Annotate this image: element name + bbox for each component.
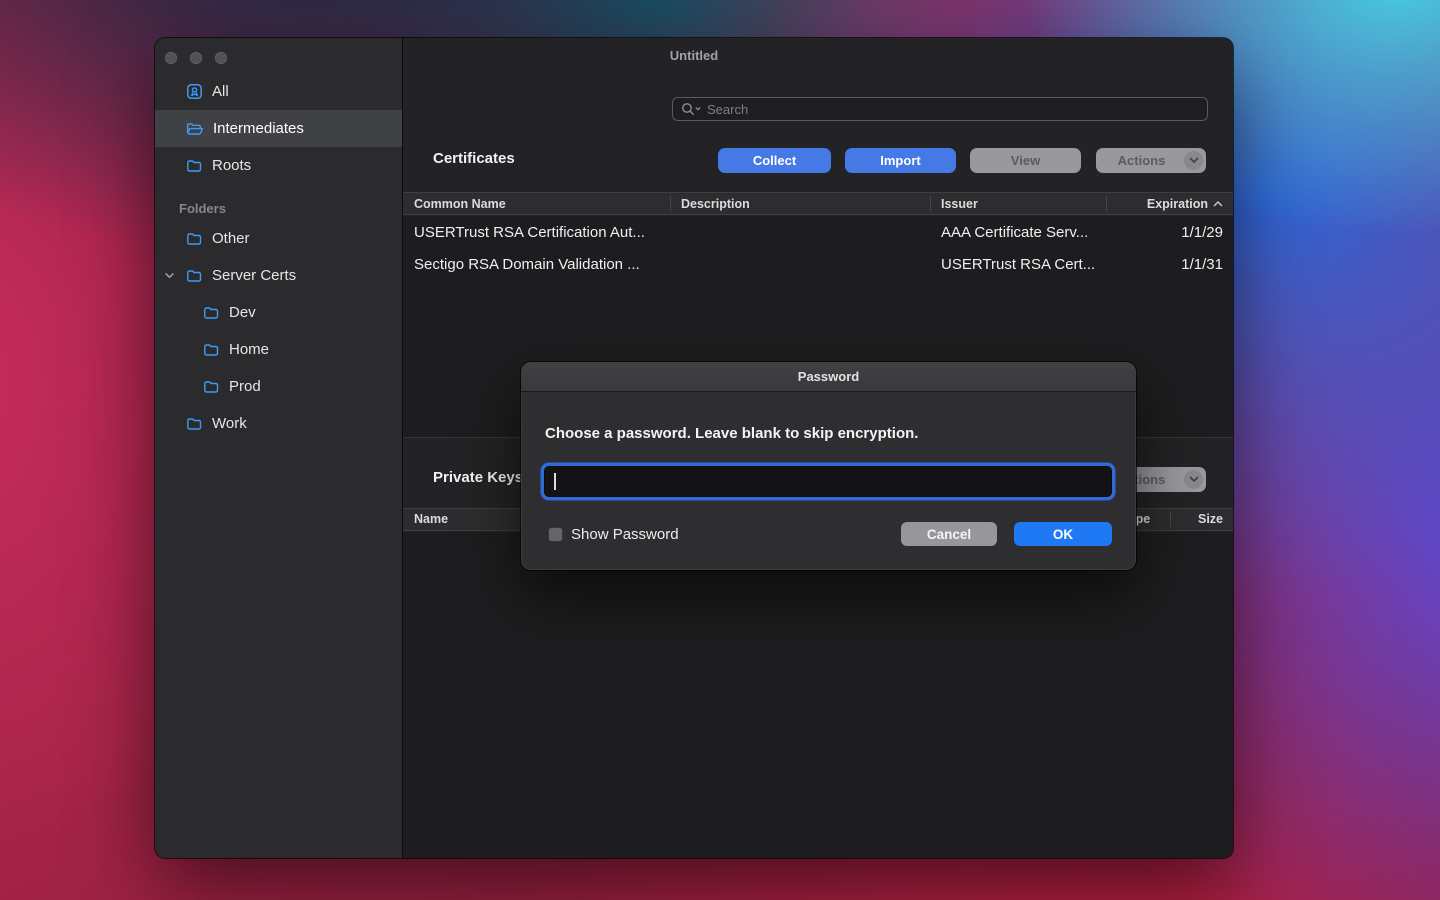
sidebar-item-dev[interactable]: Dev (155, 294, 402, 331)
column-header-size[interactable]: Size (1198, 512, 1223, 526)
cell-expiration: 1/1/29 (1106, 224, 1233, 241)
dialog-title: Password (521, 362, 1136, 392)
sidebar-item-label: Server Certs (212, 267, 296, 284)
cell-common-name: Sectigo RSA Domain Validation ... (403, 256, 670, 273)
cert-table-header: Common Name Description Issuer Expiratio… (403, 192, 1233, 215)
traffic-lights (165, 52, 227, 64)
column-header-name[interactable]: Name (414, 512, 448, 526)
sidebar-item-all[interactable]: All (155, 73, 402, 110)
private-keys-heading: Private Keys (433, 469, 523, 486)
folder-icon (203, 379, 220, 395)
sidebar-item-server-certs[interactable]: Server Certs (155, 257, 402, 294)
password-dialog: Password Choose a password. Leave blank … (521, 362, 1136, 570)
column-divider (670, 196, 671, 211)
minimize-button[interactable] (190, 52, 202, 64)
zoom-button[interactable] (215, 52, 227, 64)
folder-icon (186, 268, 203, 284)
sidebar-item-label: Other (212, 230, 250, 247)
sidebar-item-intermediates[interactable]: Intermediates (155, 110, 402, 147)
pk-table-body (403, 532, 1233, 858)
sidebar-item-work[interactable]: Work (155, 405, 402, 442)
folder-open-icon (186, 121, 204, 137)
column-divider (1106, 196, 1107, 211)
text-cursor (554, 473, 556, 490)
sidebar-item-home[interactable]: Home (155, 331, 402, 368)
actions-button[interactable]: Actions (1096, 148, 1206, 173)
search-icon (681, 102, 702, 116)
chevron-down-icon (1184, 470, 1203, 489)
sidebar-item-roots[interactable]: Roots (155, 147, 402, 184)
sidebar-item-label: Dev (229, 304, 256, 321)
sidebar: All Intermediates Roots Folders Other (155, 38, 403, 858)
certificates-heading: Certificates (433, 150, 515, 167)
column-divider (1170, 512, 1171, 527)
chevron-down-icon[interactable] (164, 270, 175, 281)
ok-button[interactable]: OK (1014, 522, 1112, 546)
desktop: All Intermediates Roots Folders Other (0, 0, 1440, 900)
table-row[interactable]: USERTrust RSA Certification Aut... AAA C… (403, 216, 1233, 248)
certificate-badge-icon (186, 83, 203, 100)
search-field[interactable] (672, 97, 1208, 121)
sidebar-item-label: Work (212, 415, 247, 432)
dialog-message: Choose a password. Leave blank to skip e… (545, 425, 918, 442)
cell-expiration: 1/1/31 (1106, 256, 1233, 273)
column-header-issuer[interactable]: Issuer (930, 197, 1106, 211)
column-header-expiration[interactable]: Expiration (1106, 197, 1233, 211)
show-password-checkbox[interactable] (548, 527, 563, 542)
sidebar-item-prod[interactable]: Prod (155, 368, 402, 405)
cell-issuer: AAA Certificate Serv... (930, 224, 1106, 241)
folder-icon (186, 158, 203, 174)
sidebar-item-other[interactable]: Other (155, 220, 402, 257)
cell-common-name: USERTrust RSA Certification Aut... (403, 224, 670, 241)
folder-icon (186, 231, 203, 247)
column-divider (930, 196, 931, 211)
chevron-down-icon (1184, 151, 1203, 170)
sidebar-item-label: Intermediates (213, 120, 304, 137)
folder-icon (203, 305, 220, 321)
column-header-common-name[interactable]: Common Name (403, 197, 670, 211)
column-header-expiration-label: Expiration (1147, 197, 1208, 211)
import-button[interactable]: Import (845, 148, 956, 173)
folder-icon (186, 416, 203, 432)
folder-icon (203, 342, 220, 358)
show-password-label: Show Password (571, 526, 679, 543)
actions-button-label: Actions (1099, 153, 1184, 168)
cancel-button[interactable]: Cancel (901, 522, 997, 546)
sort-ascending-icon (1213, 200, 1223, 207)
cell-issuer: USERTrust RSA Cert... (930, 256, 1106, 273)
column-header-description[interactable]: Description (670, 197, 930, 211)
folders-section-header: Folders (155, 184, 402, 220)
sidebar-item-label: All (212, 83, 229, 100)
search-input[interactable] (707, 102, 1199, 117)
sidebar-item-label: Prod (229, 378, 261, 395)
close-button[interactable] (165, 52, 177, 64)
password-input[interactable] (544, 466, 1112, 497)
sidebar-item-label: Roots (212, 157, 251, 174)
table-row[interactable]: Sectigo RSA Domain Validation ... USERTr… (403, 248, 1233, 280)
sidebar-item-label: Home (229, 341, 269, 358)
collect-button[interactable]: Collect (718, 148, 831, 173)
view-button[interactable]: View (970, 148, 1081, 173)
